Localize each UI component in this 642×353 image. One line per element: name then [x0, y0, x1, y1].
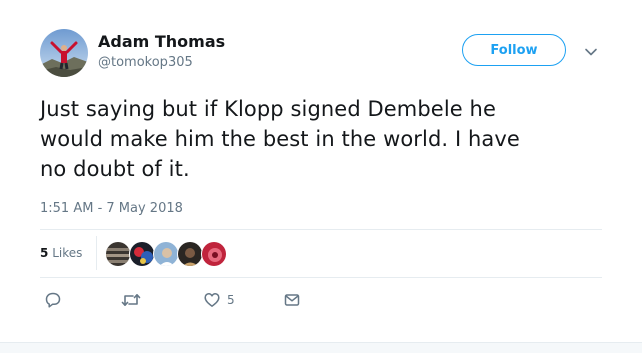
follow-button[interactable]: Follow [462, 34, 566, 66]
likes-count: 5 [40, 246, 49, 260]
tweet-text-line: Just saying but if Klopp signed Dembele … [40, 97, 496, 121]
liker-avatar[interactable] [105, 241, 131, 267]
user-name[interactable]: Adam Thomas [98, 32, 225, 51]
tweet-text: Just saying but if Klopp signed Dembele … [40, 94, 610, 184]
divider [40, 277, 602, 278]
liker-avatar[interactable] [201, 241, 227, 267]
user-handle[interactable]: @tomokop305 [98, 55, 193, 70]
likes-stat[interactable]: 5 Likes [40, 246, 82, 260]
like-button[interactable]: 5 [203, 289, 235, 311]
tweet-card: Adam Thomas @tomokop305 Follow Just sayi… [0, 0, 642, 343]
liker-avatar[interactable] [153, 241, 179, 267]
liker-avatar[interactable] [129, 241, 155, 267]
envelope-icon [284, 294, 300, 306]
likes-label: Likes [52, 246, 83, 260]
page-background [0, 343, 642, 353]
heart-icon [204, 293, 220, 307]
tweet-text-line: would make him the best in the world. I … [40, 127, 520, 151]
retweet-icon [121, 294, 141, 306]
liker-avatar[interactable] [177, 241, 203, 267]
divider [40, 229, 602, 230]
like-count: 5 [227, 293, 235, 307]
chevron-down-icon[interactable] [583, 44, 599, 60]
direct-message-button[interactable] [283, 289, 301, 311]
tweet-timestamp[interactable]: 1:51 AM - 7 May 2018 [40, 201, 183, 216]
reply-button[interactable] [44, 289, 62, 311]
tweet-text-line: no doubt of it. [40, 157, 190, 181]
avatar[interactable] [40, 29, 88, 77]
stats-separator [96, 236, 97, 270]
retweet-button[interactable] [121, 289, 141, 311]
reply-icon [45, 292, 61, 308]
